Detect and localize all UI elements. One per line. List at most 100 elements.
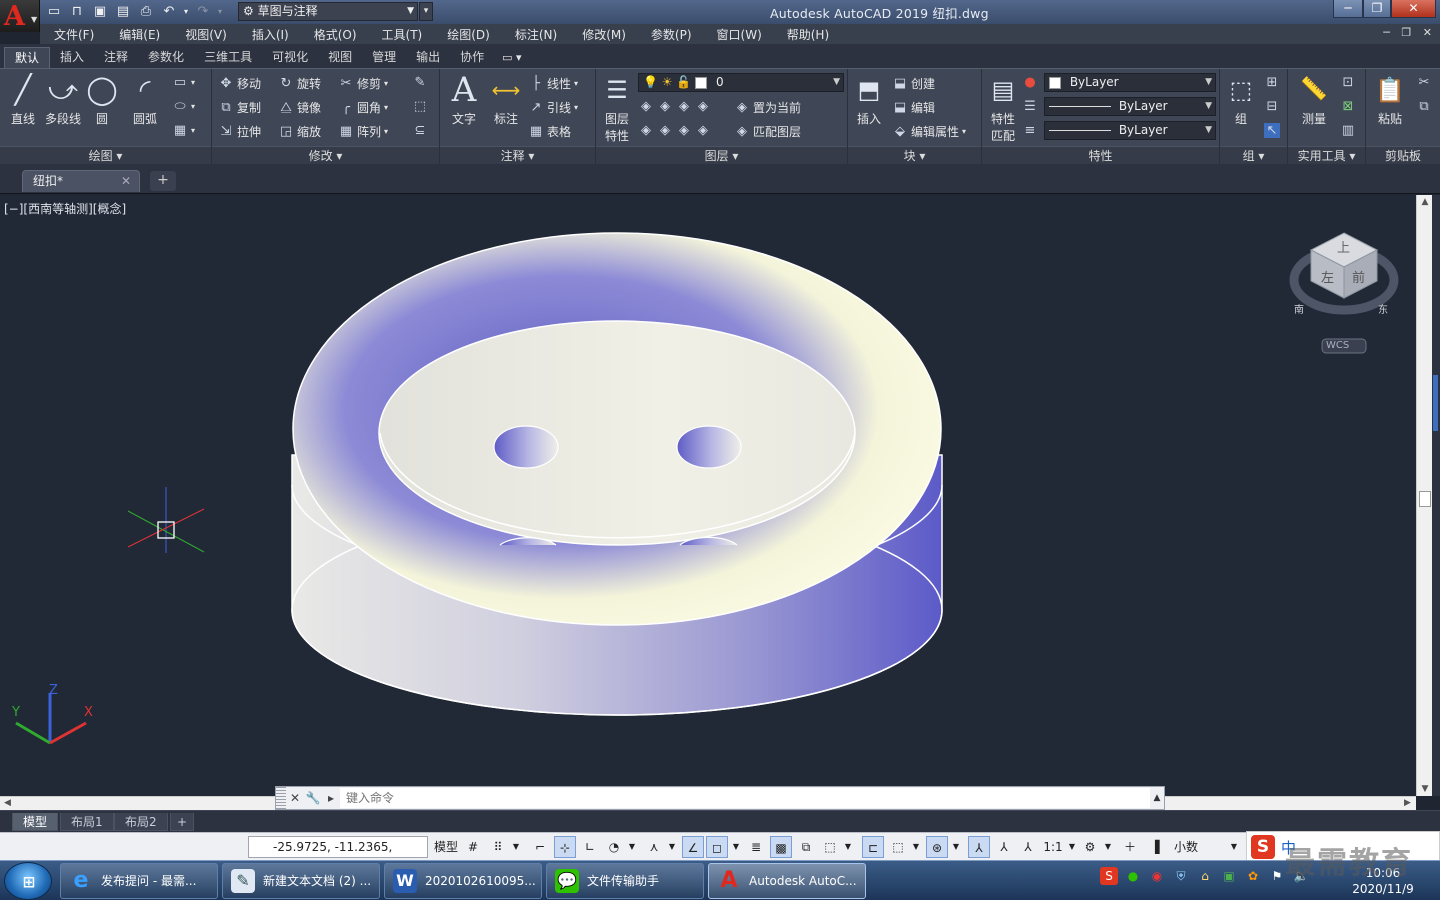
insert-block-button[interactable]: ⬒ 插入 xyxy=(850,73,888,127)
ribbon-toggle-button[interactable]: ▭ ▾ xyxy=(494,47,529,68)
coordinates-readout[interactable]: -25.9725, -11.2365, 0.0000 xyxy=(248,836,428,874)
command-line-grip[interactable] xyxy=(276,787,286,809)
tab-manage[interactable]: 管理 xyxy=(362,47,406,68)
paste-button[interactable]: 📋 粘贴 xyxy=(1370,73,1410,127)
undo-icon[interactable]: ↶ xyxy=(159,3,179,21)
chevron-down-icon[interactable]: ▼ xyxy=(730,836,742,858)
command-input[interactable] xyxy=(340,788,1150,808)
layer-select[interactable]: 💡 ☀ 🔓 0 ▼ xyxy=(638,73,844,92)
layer-isolate-icon[interactable]: ◈ xyxy=(657,99,673,114)
tab-model[interactable]: 模型 xyxy=(12,813,59,831)
plus-icon[interactable]: ＋ xyxy=(1120,836,1140,858)
annotation-panel-title[interactable]: 注释 ▾ xyxy=(440,146,595,165)
menu-window[interactable]: 窗口(W) xyxy=(703,26,773,43)
cut-button[interactable]: ✂ xyxy=(1416,75,1432,90)
selection-filter-icon[interactable]: ⬚ xyxy=(888,836,908,858)
layers-panel-title[interactable]: 图层 ▾ xyxy=(596,146,847,165)
model-space-button[interactable]: 模型 xyxy=(432,836,460,858)
dimension-button[interactable]: ⟷ 标注 xyxy=(486,73,526,127)
draw-panel-title[interactable]: 绘图 ▾ xyxy=(0,146,211,165)
menu-parametric[interactable]: 参数(P) xyxy=(637,26,703,43)
open-folder-icon[interactable]: ⊓ xyxy=(67,3,87,21)
add-layout-button[interactable]: + xyxy=(170,813,195,831)
arc-button[interactable]: ◜ 圆弧 xyxy=(126,73,164,127)
wcs-menu-button[interactable]: WCS xyxy=(1326,340,1349,351)
save-as-icon[interactable]: ▤ xyxy=(113,3,133,21)
action-center-icon[interactable]: ⚑ xyxy=(1268,867,1286,885)
save-icon[interactable]: ▣ xyxy=(90,3,110,21)
chevron-down-icon[interactable]: ▼ xyxy=(910,836,922,858)
annotation-scale-icon[interactable]: ⅄ xyxy=(1018,836,1038,858)
linetype-select[interactable]: ByLayer ▼ xyxy=(1044,121,1216,140)
tab-annotate[interactable]: 注释 xyxy=(94,47,138,68)
tab-view[interactable]: 视图 xyxy=(318,47,362,68)
chevron-down-icon[interactable]: ▼ xyxy=(1228,836,1240,858)
drawing-viewport[interactable]: [−][西南等轴测][概念] 上 左 前 南 东 WCS Z Y X xyxy=(0,195,1416,796)
chevron-down-icon[interactable]: ▼ xyxy=(626,836,638,858)
wechat-tray-icon[interactable]: ● xyxy=(1124,867,1142,885)
menu-file[interactable]: 文件(F) xyxy=(40,26,105,43)
qat-customize-button[interactable]: ▾ xyxy=(419,2,433,21)
layer-freeze-icon[interactable]: ◈ xyxy=(676,99,692,114)
units-value[interactable]: 小数 xyxy=(1166,836,1206,858)
move-button[interactable]: ✥ 移动 xyxy=(218,75,261,92)
measure-button[interactable]: 📏 测量 xyxy=(1292,73,1336,127)
nvidia-tray-icon[interactable]: ▣ xyxy=(1220,867,1238,885)
quick-select-button[interactable]: ⊠ xyxy=(1340,99,1356,114)
group-button[interactable]: ⬚ 组 xyxy=(1222,73,1260,127)
leader-button[interactable]: ↗ 引线 ▾ xyxy=(528,99,578,116)
block-panel-title[interactable]: 块 ▾ xyxy=(848,146,981,165)
command-history-icon[interactable]: ▲ xyxy=(1150,793,1164,803)
dynamic-input-icon[interactable]: ⊹ xyxy=(554,836,576,858)
utilities-panel-title[interactable]: 实用工具 ▾ xyxy=(1288,146,1365,165)
start-button[interactable]: ⊞ xyxy=(4,862,52,900)
application-menu-button[interactable]: A ▼ xyxy=(0,0,40,32)
selection-cycling-icon[interactable]: ⧉ xyxy=(796,836,816,858)
menu-modify[interactable]: 修改(M) xyxy=(568,26,637,43)
polyline-button[interactable]: ⤻ 多段线 xyxy=(42,73,84,127)
shield-icon[interactable]: ⛨ xyxy=(1172,867,1190,885)
properties-panel-title[interactable]: 特性 xyxy=(982,146,1219,165)
close-button[interactable]: ✕ xyxy=(1391,0,1436,18)
lineweight-select[interactable]: ByLayer ▼ xyxy=(1044,97,1216,116)
explode-button[interactable]: ⬚ xyxy=(412,99,428,114)
hatch-button[interactable]: ▦ ▾ xyxy=(172,123,195,138)
group-select-button[interactable]: ↖ xyxy=(1264,123,1280,138)
offset-button[interactable]: ⊆ xyxy=(412,123,428,138)
linetype-icon-button[interactable]: ≡ xyxy=(1022,123,1038,138)
text-button[interactable]: A 文字 xyxy=(444,73,484,127)
edit-attributes-button[interactable]: ⬙ 编辑属性 ▾ xyxy=(892,123,966,140)
isodraft-icon[interactable]: ⋏ xyxy=(644,836,664,858)
taskbar-item-ie[interactable]: e 发布提问 - 最需... xyxy=(60,863,218,899)
scroll-thumb[interactable] xyxy=(1419,491,1431,507)
polar-icon[interactable]: ◔ xyxy=(604,836,624,858)
new-tab-button[interactable]: + xyxy=(150,171,176,191)
layer-off-icon[interactable]: ◈ xyxy=(638,99,654,114)
create-block-button[interactable]: ⬓ 创建 xyxy=(892,75,935,92)
command-prompt-icon[interactable]: ▸ xyxy=(322,791,340,805)
color-select[interactable]: ByLayer ▼ xyxy=(1044,73,1216,92)
scroll-right-icon[interactable]: ▶ xyxy=(1404,797,1411,810)
maximize-button[interactable]: ❐ xyxy=(1363,0,1391,18)
gear-icon[interactable]: ⚙ xyxy=(1080,836,1100,858)
close-icon[interactable]: ✕ xyxy=(121,171,131,191)
calculator-button[interactable]: ▥ xyxy=(1340,123,1356,138)
taskbar-item-wechat[interactable]: 💬 文件传输助手 xyxy=(546,863,704,899)
layer-on-icon[interactable]: ◈ xyxy=(638,123,654,138)
line-button[interactable]: ╱ 直线 xyxy=(4,73,42,127)
chevron-down-icon[interactable]: ▼ xyxy=(950,836,962,858)
array-button[interactable]: ▦ 阵列 ▾ xyxy=(338,123,388,140)
chevron-down-icon[interactable]: ▼ xyxy=(1102,836,1114,858)
menu-tools[interactable]: 工具(T) xyxy=(368,26,434,43)
close-icon[interactable]: ✕ xyxy=(286,791,304,805)
tab-insert[interactable]: 插入 xyxy=(50,47,94,68)
scroll-down-icon[interactable]: ▼ xyxy=(1417,784,1433,794)
minimize-button[interactable]: ─ xyxy=(1333,0,1363,18)
lineweight-icon-button[interactable]: ☰ xyxy=(1022,99,1038,114)
3d-osnap-icon[interactable]: ⬚ xyxy=(820,836,840,858)
tab-default[interactable]: 默认 xyxy=(4,47,51,68)
network-tray-icon[interactable]: ⌂ xyxy=(1196,867,1214,885)
tab-3d-tools[interactable]: 三维工具 xyxy=(194,47,262,68)
copy-clip-button[interactable]: ⧉ xyxy=(1416,99,1432,114)
menu-view[interactable]: 视图(V) xyxy=(171,26,238,43)
